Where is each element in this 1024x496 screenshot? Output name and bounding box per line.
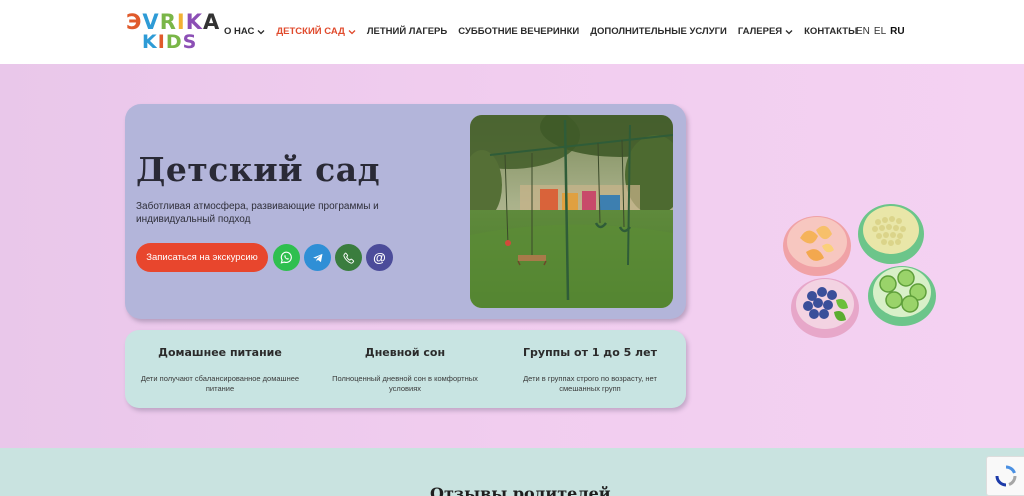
feature-item: Домашнее питание Дети получают сбалансир…	[135, 346, 305, 394]
email-icon: @	[373, 250, 386, 265]
nav-item-label: СУББОТНИЕ ВЕЧЕРИНКИ	[458, 26, 580, 37]
main-nav: О НАС ДЕТСКИЙ САД ЛЕТНИЙ ЛАГЕРЬ СУББОТНИ…	[224, 26, 868, 37]
telegram-button[interactable]	[304, 244, 331, 271]
nav-item-extra-services[interactable]: ДОПОЛНИТЕЛЬНЫЕ УСЛУГИ	[590, 26, 727, 37]
chevron-down-icon	[348, 29, 356, 34]
nav-item-label: О НАС	[224, 26, 255, 37]
language-switcher: EN EL RU	[856, 26, 905, 37]
nav-item-saturday-parties[interactable]: СУББОТНИЕ ВЕЧЕРИНКИ	[458, 26, 579, 37]
hero-subtitle: Заботливая атмосфера, развивающие програ…	[136, 201, 379, 225]
section-title: Отзывы родителей	[430, 484, 611, 496]
phone-icon	[342, 252, 354, 264]
book-tour-button[interactable]: Записаться на экскурсию	[136, 243, 268, 272]
page-title: Детский сад	[136, 150, 381, 189]
nav-item-kindergarten[interactable]: ДЕТСКИЙ САД	[276, 26, 356, 37]
food-bowls-illustration	[778, 200, 940, 350]
nav-item-summer-camp[interactable]: ЛЕТНИЙ ЛАГЕРЬ	[367, 26, 447, 37]
whatsapp-icon	[280, 251, 292, 264]
phone-button[interactable]	[335, 244, 362, 271]
nav-item-label: ЛЕТНИЙ ЛАГЕРЬ	[366, 26, 448, 37]
feature-title: Группы от 1 до 5 лет	[523, 346, 657, 359]
nav-item-gallery[interactable]: ГАЛЕРЕЯ	[738, 26, 793, 37]
nav-item-about[interactable]: О НАС	[224, 26, 265, 37]
logo[interactable]: ЭVRIKA KIDS	[124, 10, 220, 56]
feature-text: Дети в группах строго по возрасту, нет с…	[523, 374, 657, 393]
recaptcha-icon	[995, 465, 1017, 487]
recaptcha-badge[interactable]	[986, 456, 1024, 496]
lang-en[interactable]: EN	[856, 26, 870, 37]
feature-title: Дневной сон	[364, 346, 446, 359]
nav-item-label: ГАЛЕРЕЯ	[737, 26, 783, 37]
feature-item: Группы от 1 до 5 лет Дети в группах стро…	[505, 346, 675, 394]
nav-item-label: ДЕТСКИЙ САД	[276, 26, 345, 37]
nav-item-contacts[interactable]: КОНТАКТЫ	[804, 26, 857, 37]
whatsapp-button[interactable]	[273, 244, 300, 271]
feature-item: Дневной сон Полноценный дневной сон в ко…	[320, 346, 490, 394]
feature-text: Полноценный дневной сон в комфортных усл…	[332, 374, 478, 393]
hero-photo	[470, 115, 673, 308]
chevron-down-icon	[785, 29, 793, 34]
email-button[interactable]: @	[366, 244, 393, 271]
chevron-down-icon	[257, 29, 265, 34]
nav-item-label: ДОПОЛНИТЕЛЬНЫЕ УСЛУГИ	[590, 26, 727, 37]
lang-ru[interactable]: RU	[890, 26, 904, 37]
feature-title: Домашнее питание	[158, 346, 282, 359]
site-header: ЭVRIKA KIDS О НАС ДЕТСКИЙ САД ЛЕТНИЙ ЛАГ…	[0, 0, 1024, 64]
nav-item-label: КОНТАКТЫ	[804, 26, 858, 37]
telegram-icon	[312, 253, 322, 262]
feature-text: Дети получают сбалансированное домашнее …	[140, 374, 300, 393]
logo-line2: KIDS	[142, 31, 198, 53]
lang-el[interactable]: EL	[874, 26, 886, 37]
